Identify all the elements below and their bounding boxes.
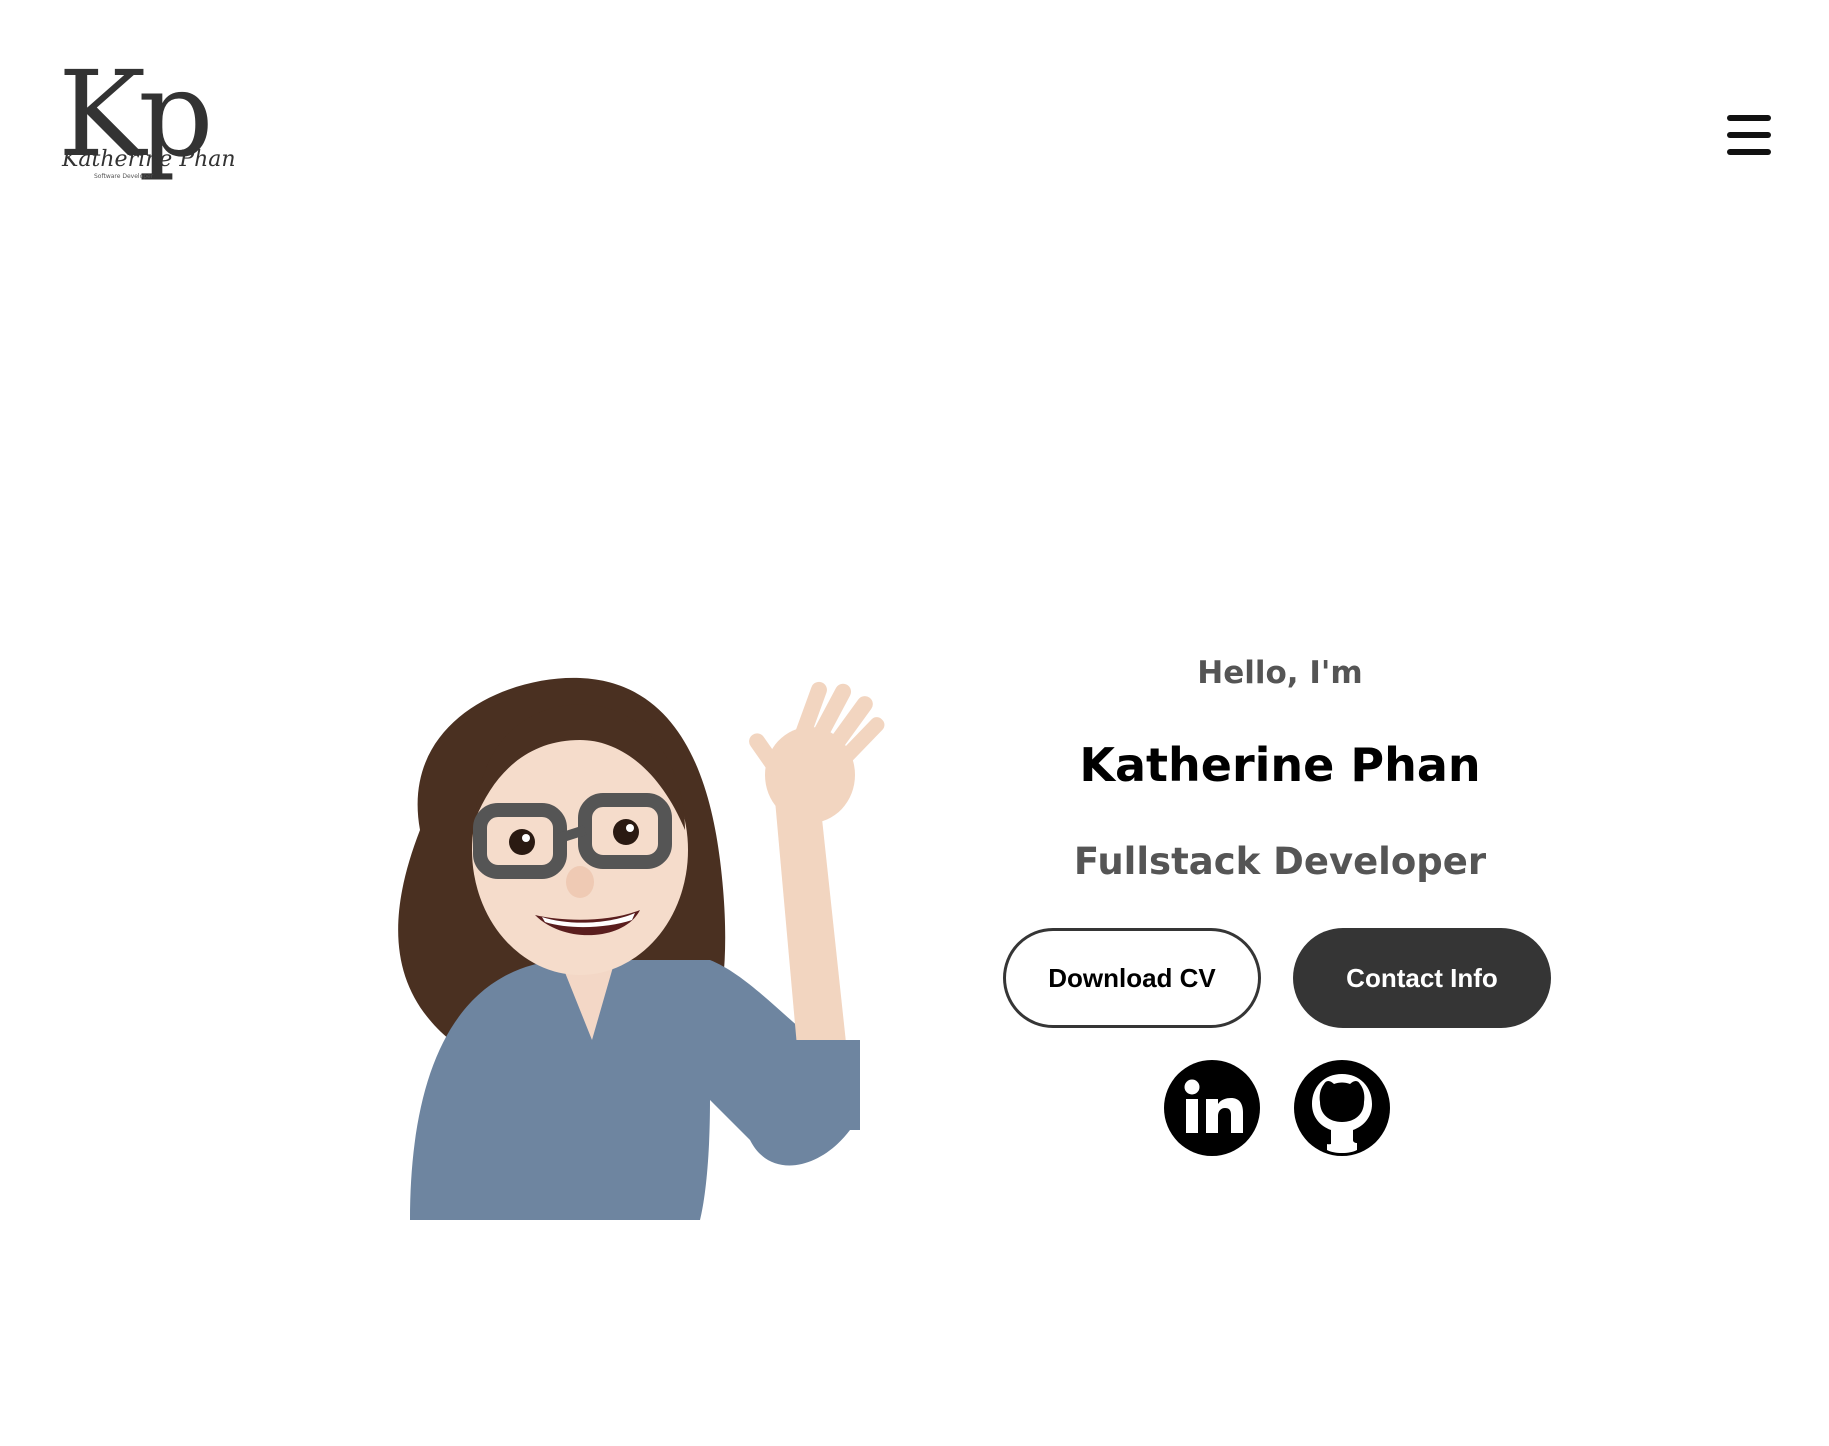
menu-bar-middle <box>1727 132 1771 138</box>
portfolio-page: Kp Katherine Phan Software Developer Hel… <box>0 0 1829 1446</box>
hamburger-menu-icon[interactable] <box>1727 115 1771 155</box>
avatar-nose <box>566 866 594 898</box>
avatar-eye-right <box>613 819 639 845</box>
logo-subtitle: Software Developer <box>94 173 154 180</box>
greeting-text: Hello, I'm <box>1197 655 1363 691</box>
waving-avatar-illustration <box>398 677 885 1220</box>
menu-bar-top <box>1727 115 1771 121</box>
profile-name: Katherine Phan <box>1079 738 1481 792</box>
menu-bar-bottom <box>1727 149 1771 155</box>
site-logo[interactable]: Kp Katherine Phan Software Developer <box>58 55 236 195</box>
avatar-sleeve <box>780 1040 860 1130</box>
linkedin-icon[interactable] <box>1164 1060 1260 1156</box>
download-cv-button[interactable]: Download CV <box>1003 928 1261 1028</box>
contact-info-button[interactable]: Contact Info <box>1293 928 1551 1028</box>
profile-role: Fullstack Developer <box>1073 840 1487 883</box>
logo-script-name: Katherine Phan <box>62 147 236 172</box>
github-icon[interactable] <box>1294 1060 1390 1156</box>
avatar-eye-left <box>509 829 535 855</box>
